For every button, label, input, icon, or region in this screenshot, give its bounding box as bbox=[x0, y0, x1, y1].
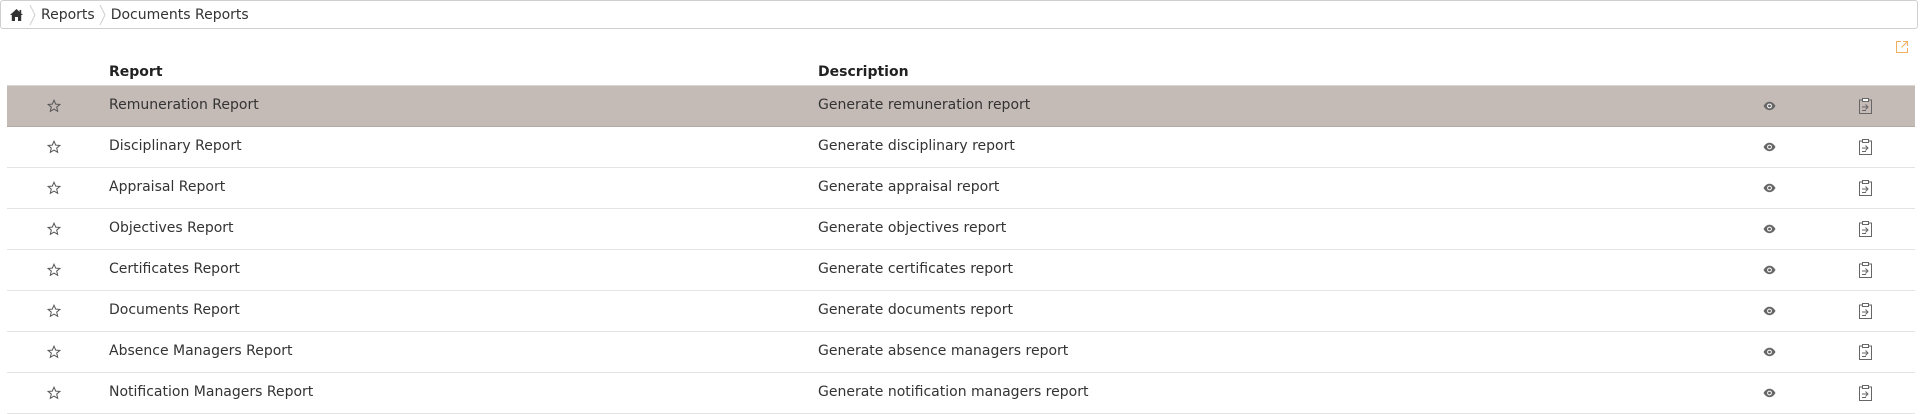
report-description: Generate appraisal report bbox=[818, 179, 1000, 195]
column-header-description: Description bbox=[818, 64, 909, 80]
table-row[interactable]: Absence Managers Report Generate absence… bbox=[7, 332, 1915, 373]
table-row[interactable]: Objectives Report Generate objectives re… bbox=[7, 209, 1915, 250]
eye-icon[interactable] bbox=[1763, 183, 1776, 193]
report-description: Generate absence managers report bbox=[818, 343, 1069, 359]
eye-icon[interactable] bbox=[1763, 142, 1776, 152]
star-icon[interactable] bbox=[47, 99, 61, 113]
report-description: Generate documents report bbox=[818, 302, 1013, 318]
eye-icon[interactable] bbox=[1763, 224, 1776, 234]
star-icon[interactable] bbox=[47, 345, 61, 359]
eye-icon[interactable] bbox=[1763, 388, 1776, 398]
report-name: Remuneration Report bbox=[109, 97, 259, 113]
table-row[interactable]: Documents Report Generate documents repo… bbox=[7, 291, 1915, 332]
reports-table: Report Description Remuneration Report G… bbox=[7, 57, 1915, 414]
table-row[interactable]: Remuneration Report Generate remuneratio… bbox=[7, 86, 1915, 127]
star-icon[interactable] bbox=[47, 263, 61, 277]
report-description: Generate certificates report bbox=[818, 261, 1013, 277]
home-icon[interactable] bbox=[7, 6, 25, 24]
report-description: Generate objectives report bbox=[818, 220, 1007, 236]
breadcrumb-separator bbox=[29, 4, 36, 25]
star-icon[interactable] bbox=[47, 222, 61, 236]
table-header: Report Description bbox=[7, 57, 1915, 86]
star-icon[interactable] bbox=[47, 181, 61, 195]
eye-icon[interactable] bbox=[1763, 347, 1776, 357]
table-row[interactable]: Appraisal Report Generate appraisal repo… bbox=[7, 168, 1915, 209]
generate-report-icon[interactable] bbox=[1859, 98, 1872, 114]
report-name: Objectives Report bbox=[109, 220, 234, 236]
report-description: Generate notification managers report bbox=[818, 384, 1089, 400]
generate-report-icon[interactable] bbox=[1859, 180, 1872, 196]
report-description: Generate disciplinary report bbox=[818, 138, 1015, 154]
column-header-report: Report bbox=[109, 64, 163, 80]
report-name: Absence Managers Report bbox=[109, 343, 293, 359]
breadcrumb-reports[interactable]: Reports bbox=[41, 7, 95, 23]
export-icon[interactable] bbox=[1895, 40, 1909, 54]
report-description: Generate remuneration report bbox=[818, 97, 1031, 113]
generate-report-icon[interactable] bbox=[1859, 139, 1872, 155]
generate-report-icon[interactable] bbox=[1859, 385, 1872, 401]
eye-icon[interactable] bbox=[1763, 265, 1776, 275]
table-row[interactable]: Notification Managers Report Generate no… bbox=[7, 373, 1915, 414]
star-icon[interactable] bbox=[47, 386, 61, 400]
generate-report-icon[interactable] bbox=[1859, 344, 1872, 360]
report-name: Documents Report bbox=[109, 302, 240, 318]
report-name: Certificates Report bbox=[109, 261, 240, 277]
star-icon[interactable] bbox=[47, 140, 61, 154]
generate-report-icon[interactable] bbox=[1859, 303, 1872, 319]
table-body: Remuneration Report Generate remuneratio… bbox=[7, 86, 1915, 414]
table-row[interactable]: Disciplinary Report Generate disciplinar… bbox=[7, 127, 1915, 168]
table-row[interactable]: Certificates Report Generate certificate… bbox=[7, 250, 1915, 291]
star-icon[interactable] bbox=[47, 304, 61, 318]
breadcrumb-separator bbox=[99, 4, 106, 25]
breadcrumb-documents-reports: Documents Reports bbox=[110, 6, 249, 23]
generate-report-icon[interactable] bbox=[1859, 262, 1872, 278]
breadcrumb: Reports Documents Reports bbox=[0, 0, 1918, 29]
eye-icon[interactable] bbox=[1763, 101, 1776, 111]
report-name: Appraisal Report bbox=[109, 179, 226, 195]
report-name: Notification Managers Report bbox=[109, 384, 314, 400]
eye-icon[interactable] bbox=[1763, 306, 1776, 316]
report-name: Disciplinary Report bbox=[109, 138, 242, 154]
generate-report-icon[interactable] bbox=[1859, 221, 1872, 237]
